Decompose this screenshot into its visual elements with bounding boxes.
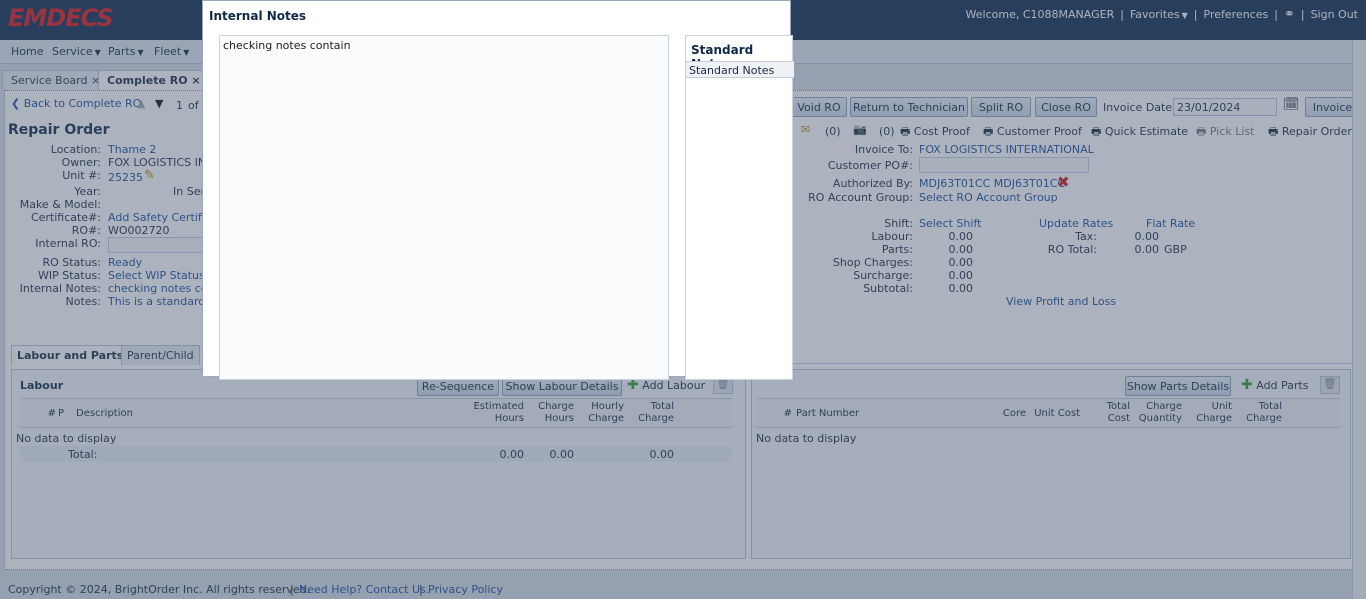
internal-notes-textarea[interactable]: checking notes contain <box>219 35 669 380</box>
dialog-title: Internal Notes <box>209 9 307 23</box>
standard-notes-panel: Standard Notes Standard Notes <box>685 35 794 380</box>
standard-notes-header: Standard Notes <box>686 61 794 78</box>
internal-notes-dialog: Internal Notes checking notes contain St… <box>202 0 794 380</box>
